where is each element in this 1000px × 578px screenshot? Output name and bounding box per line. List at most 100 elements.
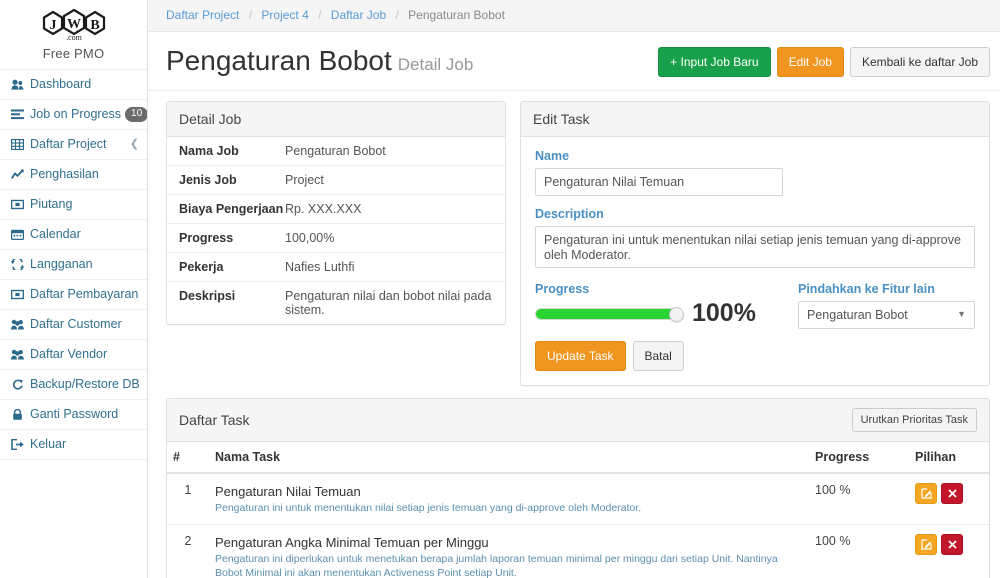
description-field-group: Description Pengaturan ini untuk menentu…: [535, 207, 975, 271]
breadcrumb-separator: /: [249, 8, 252, 22]
task-name-input[interactable]: [535, 168, 783, 196]
urutkan-prioritas-task-button-top[interactable]: Urutkan Prioritas Task: [852, 408, 977, 432]
app-root: J W B .com Free PMO Dashboard Job on Pro…: [0, 0, 1000, 578]
column-header-name: Nama Task: [209, 442, 809, 473]
sidebar-item-piutang[interactable]: Piutang: [0, 190, 147, 220]
progress-label: Progress: [535, 282, 780, 296]
task-actions: [909, 473, 989, 525]
sidebar-item-daftar-customer[interactable]: Daftar Customer: [0, 310, 147, 340]
task-name: Pengaturan Nilai Temuan: [215, 483, 803, 500]
logout-icon: [9, 438, 25, 451]
money-icon: [9, 198, 25, 211]
progress-percent-value: 100%: [692, 301, 756, 326]
progress-slider-handle[interactable]: [669, 307, 684, 322]
sidebar-item-keluar[interactable]: Keluar: [0, 430, 147, 460]
batal-button[interactable]: Batal: [633, 341, 684, 371]
sidebar-item-daftar-project[interactable]: Daftar Project ❮: [0, 130, 147, 160]
progress-slider-fill: [536, 309, 679, 319]
detail-value: Pengaturan nilai dan bobot nilai pada si…: [285, 282, 505, 325]
detail-job-title: Detail Job: [179, 111, 241, 127]
page-title-text: Pengaturan Bobot: [166, 45, 392, 76]
task-table-body: 1 Pengaturan Nilai Temuan Pengaturan ini…: [167, 473, 989, 578]
sidebar-item-label: Piutang: [30, 197, 139, 212]
sync-icon: [9, 378, 25, 391]
breadcrumb-item-project-4[interactable]: Project 4: [261, 8, 308, 22]
sidebar-item-ganti-password[interactable]: Ganti Password: [0, 400, 147, 430]
close-icon[interactable]: [941, 483, 963, 504]
kembali-ke-daftar-job-button[interactable]: Kembali ke daftar Job: [850, 47, 990, 77]
table-row: 2 Pengaturan Angka Minimal Temuan per Mi…: [167, 525, 989, 578]
sidebar: J W B .com Free PMO Dashboard Job on Pro…: [0, 0, 148, 578]
users-icon: [9, 318, 25, 331]
table-row: Progress 100,00%: [167, 224, 505, 253]
calendar-icon: [9, 228, 25, 241]
sidebar-item-label: Langganan: [30, 257, 139, 272]
close-icon[interactable]: [941, 534, 963, 555]
progress-slider[interactable]: [535, 308, 680, 320]
detail-job-panel: Detail Job Nama Job Pengaturan Bobot Jen…: [166, 101, 506, 325]
sidebar-item-langganan[interactable]: Langganan: [0, 250, 147, 280]
jwb-hexagon-logo: J W B .com: [37, 9, 111, 43]
sidebar-item-label: Dashboard: [30, 77, 139, 92]
task-name-cell: Pengaturan Nilai Temuan Pengaturan ini u…: [209, 473, 809, 525]
task-description: Pengaturan ini untuk menentukan nilai se…: [215, 501, 803, 515]
sidebar-item-label: Daftar Vendor: [30, 347, 139, 362]
breadcrumb-separator: /: [318, 8, 321, 22]
breadcrumb-item-daftar-project[interactable]: Daftar Project: [166, 8, 239, 22]
task-table-head: # Nama Task Progress Pilihan: [167, 442, 989, 473]
detail-value: Nafies Luthfi: [285, 253, 505, 282]
progress-column: Progress 100%: [535, 282, 780, 329]
lock-icon: [9, 408, 25, 421]
detail-label: Progress: [167, 224, 285, 253]
table-header-row: # Nama Task Progress Pilihan: [167, 442, 989, 473]
move-column: Pindahkan ke Fitur lain Pengaturan Bobot…: [798, 282, 975, 329]
sidebar-item-daftar-pembayaran[interactable]: Daftar Pembayaran: [0, 280, 147, 310]
edit-task-body: Name Description Pengaturan ini untuk me…: [521, 137, 989, 385]
edit-job-button[interactable]: Edit Job: [777, 47, 844, 77]
update-task-button[interactable]: Update Task: [535, 341, 626, 371]
sidebar-item-backup-restore-db[interactable]: Backup/Restore DB: [0, 370, 147, 400]
sidebar-item-label: Job on Progress: [30, 107, 121, 122]
page-header: Pengaturan Bobot Detail Job + Input Job B…: [148, 32, 1000, 91]
breadcrumb-item-daftar-job[interactable]: Daftar Job: [331, 8, 386, 22]
breadcrumb-current: Pengaturan Bobot: [408, 8, 505, 22]
task-num: 1: [167, 473, 209, 525]
users-icon: [9, 348, 25, 361]
move-feature-select[interactable]: Pengaturan Bobot: [798, 301, 975, 329]
name-label: Name: [535, 149, 975, 163]
table-row: 1 Pengaturan Nilai Temuan Pengaturan ini…: [167, 473, 989, 525]
sidebar-item-label: Daftar Pembayaran: [30, 287, 139, 302]
badge-count: 10: [125, 107, 148, 122]
task-progress: 100 %: [809, 473, 909, 525]
sidebar-item-daftar-vendor[interactable]: Daftar Vendor: [0, 340, 147, 370]
name-field-group: Name: [535, 149, 975, 196]
sidebar-item-label: Backup/Restore DB: [30, 377, 140, 392]
input-job-baru-label: Input Job Baru: [681, 55, 759, 69]
table-row: Biaya Pengerjaan Rp. XXX.XXX: [167, 195, 505, 224]
detail-value: Rp. XXX.XXX: [285, 195, 505, 224]
edit-task-actions: Update Task Batal: [535, 341, 975, 371]
column-header-progress: Progress: [809, 442, 909, 473]
sidebar-item-label: Daftar Customer: [30, 317, 139, 332]
task-name-cell: Pengaturan Angka Minimal Temuan per Ming…: [209, 525, 809, 578]
edit-icon[interactable]: [915, 483, 937, 504]
page-header-buttons: + Input Job Baru Edit Job Kembali ke daf…: [658, 47, 990, 80]
edit-task-panel: Edit Task Name Description Pengaturan in…: [520, 101, 990, 386]
svg-text:B: B: [90, 18, 99, 33]
task-description-textarea[interactable]: Pengaturan ini untuk menentukan nilai se…: [535, 226, 975, 268]
sidebar-item-penghasilan[interactable]: Penghasilan: [0, 160, 147, 190]
table-row: Deskripsi Pengaturan nilai dan bobot nil…: [167, 282, 505, 325]
detail-job-table: Nama Job Pengaturan Bobot Jenis Job Proj…: [167, 137, 505, 324]
task-actions: [909, 525, 989, 578]
detail-job-panel-header: Detail Job: [167, 102, 505, 137]
sidebar-item-job-on-progress[interactable]: Job on Progress 10: [0, 100, 147, 130]
task-progress: 100 %: [809, 525, 909, 578]
sidebar-item-calendar[interactable]: Calendar: [0, 220, 147, 250]
edit-icon[interactable]: [915, 534, 937, 555]
sidebar-item-label: Daftar Project: [30, 137, 126, 152]
input-job-baru-button[interactable]: + Input Job Baru: [658, 47, 770, 77]
page-subtitle: Detail Job: [398, 55, 474, 74]
svg-text:.com: .com: [66, 33, 83, 42]
svg-text:J: J: [49, 18, 56, 33]
sidebar-item-dashboard[interactable]: Dashboard: [0, 70, 147, 100]
